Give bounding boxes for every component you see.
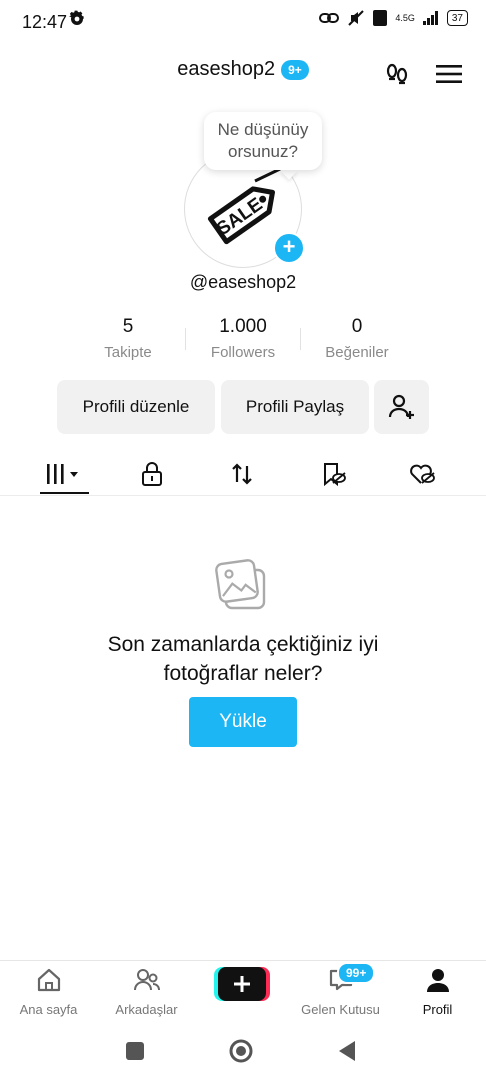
nav-label: Gelen Kutusu <box>301 1002 380 1017</box>
profile-icon <box>426 969 449 992</box>
friends-icon <box>133 969 160 991</box>
nav-label: Profil <box>422 1002 453 1017</box>
tab-favorites[interactable] <box>303 452 363 496</box>
link-icon <box>319 13 340 23</box>
tab-liked[interactable] <box>392 452 452 496</box>
inbox-badge: 99+ <box>337 962 376 984</box>
add-user-icon <box>388 394 414 419</box>
stat-followers[interactable]: 1.000 Followers <box>183 316 303 361</box>
stat-label: Beğeniler <box>325 344 389 361</box>
content-tabs <box>0 452 486 496</box>
header: easeshop2 9+ <box>0 58 486 81</box>
battery-icon: 37 <box>446 10 468 26</box>
system-nav <box>0 1030 486 1070</box>
tab-reposts[interactable] <box>212 452 272 496</box>
battery-level: 37 <box>451 12 463 24</box>
tab-private[interactable] <box>122 452 182 496</box>
stat-likes[interactable]: 0 Beğeniler <box>297 316 417 361</box>
grid-icon <box>47 464 78 484</box>
share-profile-button[interactable]: Profili Paylaş <box>221 380 369 434</box>
stat-value: 5 <box>122 316 134 337</box>
bubble-line-2: orsunuz? <box>228 142 298 161</box>
menu-icon[interactable] <box>436 64 462 89</box>
stat-label: Followers <box>210 344 276 361</box>
back-icon[interactable] <box>338 1040 356 1067</box>
add-friend-button[interactable] <box>374 380 429 434</box>
stat-following[interactable]: 5 Takipte <box>68 316 188 361</box>
tabs-divider <box>0 495 486 496</box>
stat-value: 1.000 <box>219 316 267 337</box>
photos-icon <box>212 556 272 621</box>
empty-state-text: Son zamanlarda çektiğiniz iyi fotoğrafla… <box>0 630 486 688</box>
volte-icon <box>373 10 388 26</box>
bookmark-hidden-icon <box>324 463 346 487</box>
account-badge[interactable]: 9+ <box>281 59 309 80</box>
home-circle-icon[interactable] <box>229 1039 253 1068</box>
nav-label: Ana sayfa <box>19 1002 78 1017</box>
edit-profile-button[interactable]: Profili düzenle <box>57 380 215 434</box>
network-label: 4.5G <box>395 13 415 23</box>
heart-hidden-icon <box>410 464 435 484</box>
plus-icon <box>214 967 270 1001</box>
status-time: 12:47 <box>22 12 68 32</box>
stat-label: Takipte <box>104 344 152 361</box>
status-icons: 4.5G 37 <box>319 10 468 26</box>
stat-value: 0 <box>351 316 363 337</box>
gear-icon <box>68 10 86 33</box>
empty-line-2: fotoğraflar neler? <box>163 662 323 685</box>
signal-icon <box>422 11 438 25</box>
username: @easeshop2 <box>189 272 297 292</box>
status-bar: 12:47 4.5G 37 <box>0 0 486 40</box>
nav-friends[interactable]: Arkadaşlar <box>98 966 195 1017</box>
tab-videos[interactable] <box>34 452 94 496</box>
repost-icon <box>232 463 252 485</box>
home-icon <box>37 968 60 992</box>
active-tab-indicator <box>40 492 89 494</box>
create-button[interactable] <box>214 967 270 1001</box>
add-avatar-button[interactable]: + <box>273 232 305 264</box>
bubble-line-1: Ne düşünüy <box>217 120 309 139</box>
mute-icon <box>348 10 365 26</box>
empty-line-1: Son zamanlarda çektiğiniz iyi <box>107 633 379 656</box>
note-bubble[interactable]: Ne düşünüy orsunuz? <box>204 112 322 170</box>
recents-icon[interactable] <box>126 1042 144 1065</box>
nav-label: Arkadaşlar <box>115 1002 178 1017</box>
page-title: easeshop2 <box>177 58 276 80</box>
lock-icon <box>142 462 162 486</box>
upload-button[interactable]: Yükle <box>189 697 297 747</box>
nav-profile[interactable]: Profil <box>389 966 486 1017</box>
bottom-nav-divider <box>0 960 486 961</box>
nav-home[interactable]: Ana sayfa <box>0 966 97 1017</box>
footprint-icon[interactable] <box>384 61 410 92</box>
